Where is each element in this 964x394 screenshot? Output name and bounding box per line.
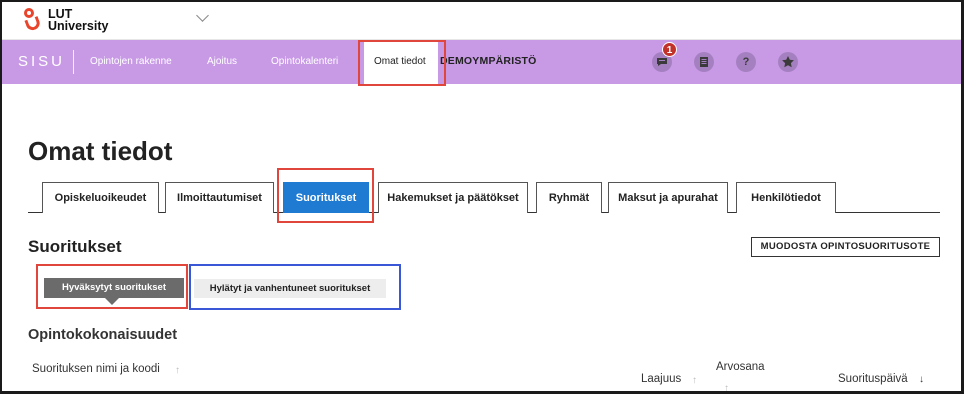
profile-tabs: Opiskeluoikeudet Ilmoittautumiset Suorit… xyxy=(28,180,940,213)
sort-up-icon[interactable]: ↑ xyxy=(175,365,180,376)
environment-label: DEMOYMPÄRISTÖ xyxy=(440,55,537,67)
logo-bar: LUT University xyxy=(2,2,961,40)
favorites-icon[interactable] xyxy=(778,52,798,72)
lut-logo-icon xyxy=(22,6,44,34)
nav-item-opintojen-rakenne[interactable]: Opintojen rakenne xyxy=(90,56,172,67)
highlight-tab-suoritukset xyxy=(277,168,374,223)
notes-icon[interactable] xyxy=(694,52,714,72)
page-title: Omat tiedot xyxy=(28,136,173,166)
chevron-down-icon[interactable] xyxy=(196,9,209,22)
create-transcript-button[interactable]: MUODOSTA OPINTOSUORITUSOTE xyxy=(751,237,940,257)
app-name[interactable]: SISU xyxy=(18,53,65,70)
column-header-credits[interactable]: Laajuus xyxy=(641,373,681,385)
column-header-name[interactable]: Suorituksen nimi ja koodi xyxy=(32,363,160,375)
tab-hakemukset-ja-paatokset[interactable]: Hakemukset ja päätökset xyxy=(378,182,528,213)
sort-up-icon[interactable]: ↑ xyxy=(692,375,697,386)
notification-badge: 1 xyxy=(662,42,677,57)
main-nav: SISU Opintojen rakenne Ajoitus Opintokal… xyxy=(2,40,961,84)
tab-ilmoittautumiset[interactable]: Ilmoittautumiset xyxy=(165,182,274,213)
tab-maksut-ja-apurahat[interactable]: Maksut ja apurahat xyxy=(608,182,728,213)
screen: LUT University SISU Opintojen rakenne Aj… xyxy=(0,0,964,394)
column-header-date[interactable]: Suorituspäivä xyxy=(838,373,908,385)
highlight-nav-omat-tiedot xyxy=(358,40,446,86)
help-icon[interactable]: ? xyxy=(736,52,756,72)
sort-up-icon[interactable]: ↑ xyxy=(724,383,729,391)
tab-opiskeluoikeudet[interactable]: Opiskeluoikeudet xyxy=(42,182,159,213)
section-title: Suoritukset xyxy=(28,237,122,256)
sort-down-icon[interactable]: ↓ xyxy=(919,374,924,385)
highlight-accepted-toggle xyxy=(36,264,188,309)
tab-henkilotiedot[interactable]: Henkilötiedot xyxy=(736,182,836,213)
logo-text: LUT University xyxy=(48,8,109,33)
column-header-grade[interactable]: Arvosana xyxy=(716,361,765,373)
nav-divider xyxy=(73,50,74,74)
tab-ryhmat[interactable]: Ryhmät xyxy=(536,182,602,213)
highlight-rejected-toggle xyxy=(189,264,401,310)
nav-item-ajoitus[interactable]: Ajoitus xyxy=(207,56,237,67)
university-logo[interactable]: LUT University xyxy=(22,6,108,34)
table-title: Opintokokonaisuudet xyxy=(28,327,178,343)
nav-item-opintokalenteri[interactable]: Opintokalenteri xyxy=(271,56,338,67)
logo-line2: University xyxy=(48,19,109,33)
